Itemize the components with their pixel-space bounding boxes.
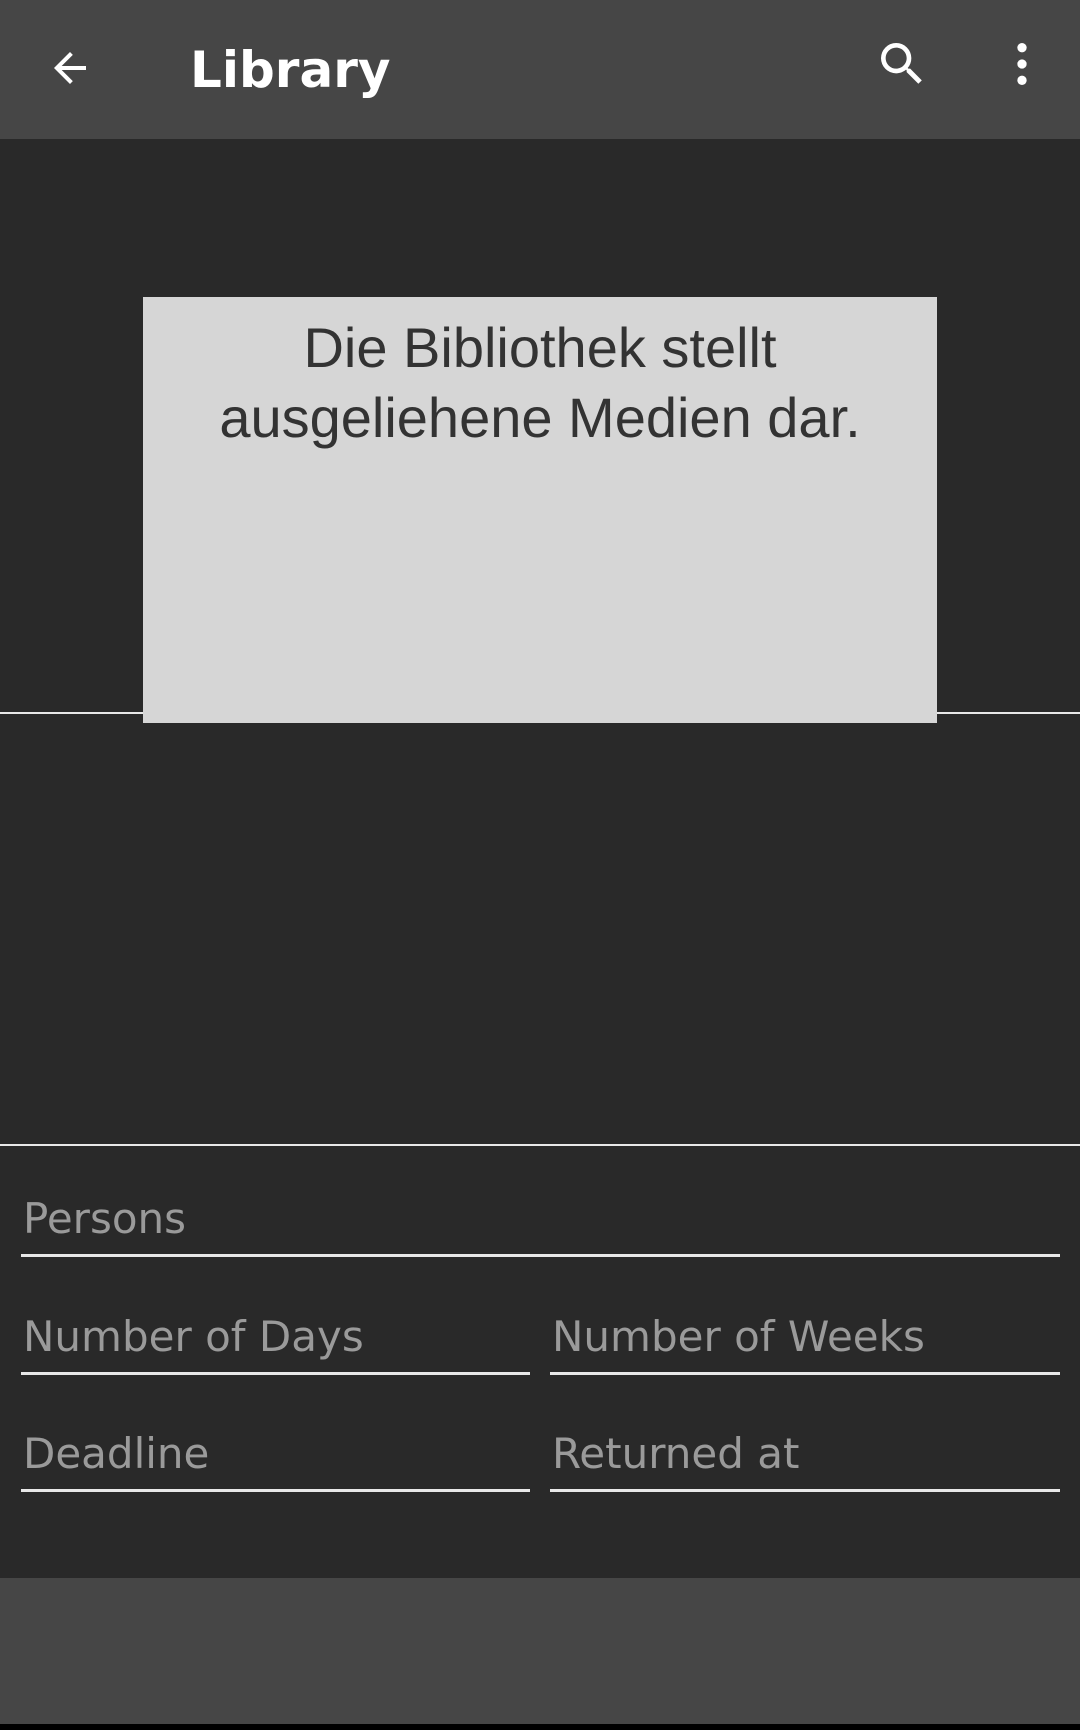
persons-field[interactable]: Persons: [21, 1180, 1060, 1257]
overflow-menu-button[interactable]: [980, 24, 1064, 108]
divider: [0, 1144, 1080, 1146]
media-placeholder-text: Die Bibliothek stellt ausgeliehene Medie…: [219, 316, 861, 449]
returned-at-field-hint: Returned at: [552, 1429, 800, 1478]
returned-at-field[interactable]: Returned at: [550, 1415, 1060, 1492]
arrow-back-icon: [46, 44, 94, 97]
page-title: Library: [190, 41, 391, 99]
number-of-weeks-field-hint: Number of Weeks: [552, 1312, 925, 1361]
deadline-field[interactable]: Deadline: [21, 1415, 530, 1492]
back-button[interactable]: [28, 28, 112, 112]
deadline-field-hint: Deadline: [23, 1429, 210, 1478]
number-of-days-field-hint: Number of Days: [23, 1312, 364, 1361]
search-icon: [874, 36, 930, 97]
number-of-days-field[interactable]: Number of Days: [21, 1298, 530, 1375]
number-of-weeks-field[interactable]: Number of Weeks: [550, 1298, 1060, 1375]
search-button[interactable]: [860, 24, 944, 108]
app-bar: Library: [0, 0, 1080, 139]
more-vert-icon: [994, 36, 1050, 97]
bottom-bar: [0, 1578, 1080, 1724]
media-placeholder-card: Die Bibliothek stellt ausgeliehene Medie…: [143, 297, 937, 723]
bottom-edge: [0, 1724, 1080, 1730]
persons-field-hint: Persons: [23, 1194, 187, 1243]
library-screen: Library Die Bibliothek stellt ausgeliehe…: [0, 0, 1080, 1730]
